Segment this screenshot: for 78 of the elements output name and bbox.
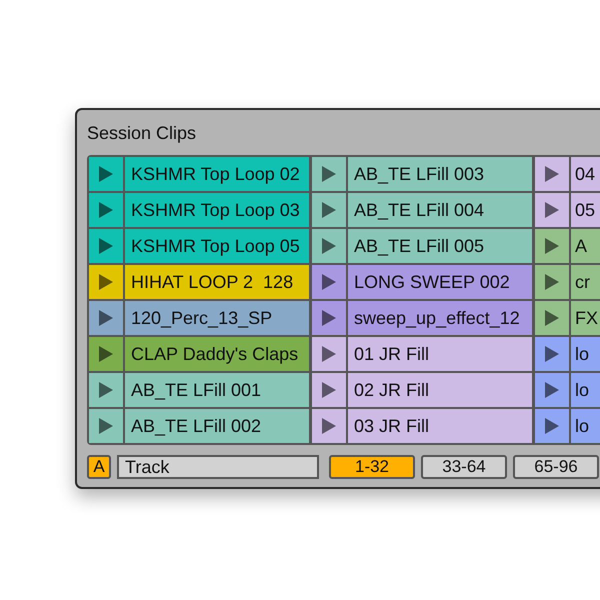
play-icon (99, 166, 113, 182)
play-icon (545, 382, 559, 398)
clip-name[interactable]: lo (571, 409, 600, 443)
play-icon (545, 346, 559, 362)
play-icon (99, 274, 113, 290)
play-icon (322, 418, 336, 434)
play-button[interactable] (535, 337, 569, 371)
clip-name[interactable]: A (571, 229, 600, 263)
play-icon (99, 310, 113, 326)
clip-name[interactable]: sweep_up_effect_12 (348, 301, 532, 335)
play-button[interactable] (89, 301, 123, 335)
play-button[interactable] (535, 229, 569, 263)
clip-name[interactable]: AB_TE LFill 004 (348, 193, 532, 227)
clip-name[interactable]: cr (571, 265, 600, 299)
play-icon (545, 166, 559, 182)
play-button[interactable] (535, 409, 569, 443)
play-button[interactable] (89, 265, 123, 299)
page-button[interactable]: 33-64 (421, 455, 507, 479)
play-icon (322, 238, 336, 254)
page-button[interactable]: 1-32 (329, 455, 415, 479)
play-button[interactable] (312, 157, 346, 191)
clip-name[interactable]: 120_Perc_13_SP (125, 301, 309, 335)
clip-name[interactable]: 05 (571, 193, 600, 227)
clip-name[interactable]: FX (571, 301, 600, 335)
play-icon (99, 418, 113, 434)
play-button[interactable] (312, 409, 346, 443)
clip-name[interactable]: KSHMR Top Loop 02 (125, 157, 309, 191)
play-icon (545, 238, 559, 254)
window-title: Session Clips (87, 122, 198, 145)
clip-name[interactable]: 02 JR Fill (348, 373, 532, 407)
play-button[interactable] (312, 193, 346, 227)
play-icon (322, 346, 336, 362)
clip-name[interactable]: 03 JR Fill (348, 409, 532, 443)
play-button[interactable] (312, 265, 346, 299)
play-icon (99, 382, 113, 398)
page-button[interactable]: 65-96 (513, 455, 599, 479)
clip-name[interactable]: KSHMR Top Loop 05 (125, 229, 309, 263)
play-button[interactable] (535, 193, 569, 227)
clip-name[interactable]: KSHMR Top Loop 03 (125, 193, 309, 227)
play-button[interactable] (312, 337, 346, 371)
toggle-button[interactable]: A (87, 455, 111, 479)
play-icon (322, 274, 336, 290)
play-button[interactable] (312, 373, 346, 407)
play-icon (322, 310, 336, 326)
play-button[interactable] (89, 157, 123, 191)
clip-name[interactable]: 04 (571, 157, 600, 191)
play-button[interactable] (535, 301, 569, 335)
clip-name[interactable]: 01 JR Fill (348, 337, 532, 371)
play-icon (545, 418, 559, 434)
play-icon (99, 202, 113, 218)
play-icon (322, 202, 336, 218)
clip-name[interactable]: AB_TE LFill 001 (125, 373, 309, 407)
clip-name[interactable]: lo (571, 373, 600, 407)
play-button[interactable] (89, 409, 123, 443)
clip-name[interactable]: CLAP Daddy's Claps (125, 337, 309, 371)
play-icon (322, 382, 336, 398)
play-button[interactable] (312, 301, 346, 335)
play-button[interactable] (312, 229, 346, 263)
play-icon (322, 166, 336, 182)
play-icon (99, 238, 113, 254)
play-button[interactable] (89, 193, 123, 227)
clip-name[interactable]: HIHAT LOOP 2 128 (125, 265, 309, 299)
clip-name[interactable]: AB_TE LFill 002 (125, 409, 309, 443)
clip-name[interactable]: AB_TE LFill 003 (348, 157, 532, 191)
play-button[interactable] (89, 373, 123, 407)
clip-name[interactable]: LONG SWEEP 002 (348, 265, 532, 299)
play-button[interactable] (535, 373, 569, 407)
clip-name[interactable]: AB_TE LFill 005 (348, 229, 532, 263)
play-button[interactable] (535, 265, 569, 299)
play-button[interactable] (89, 337, 123, 371)
play-icon (99, 346, 113, 362)
play-icon (545, 202, 559, 218)
play-icon (545, 274, 559, 290)
search-field[interactable]: Track (117, 455, 319, 479)
play-button[interactable] (535, 157, 569, 191)
play-button[interactable] (89, 229, 123, 263)
clip-name[interactable]: lo (571, 337, 600, 371)
play-icon (545, 310, 559, 326)
